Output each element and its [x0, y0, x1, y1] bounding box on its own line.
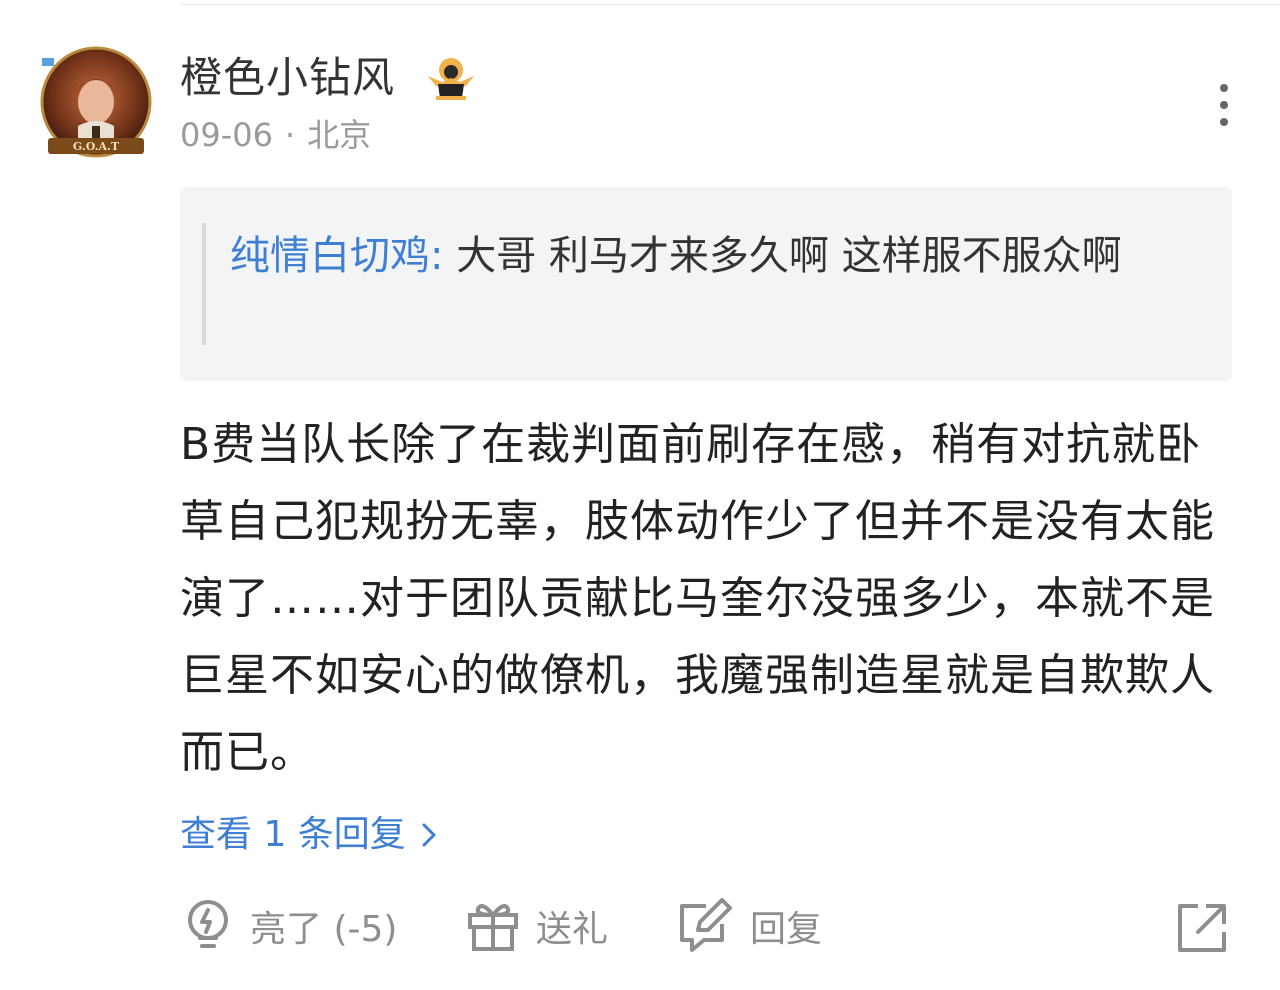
gift-icon — [468, 904, 518, 951]
comment-body: B费当队长除了在裁判面前刷存在感，稍有对抗就卧草自己犯规扮无辜，肢体动作少了但并… — [180, 419, 1215, 778]
quote-bar — [202, 223, 206, 345]
light-button[interactable]: 亮了 (-5) — [182, 895, 397, 957]
quote-author[interactable]: 纯情白切鸡: — [230, 233, 443, 279]
reply-label: 回复 — [750, 909, 823, 950]
quote-text: 纯情白切鸡: 大哥 利马才来多久啊 这样服不服众啊 — [230, 221, 1210, 291]
more-icon[interactable] — [1204, 80, 1244, 130]
view-replies-label: 查看 1 条回复 — [180, 814, 406, 855]
username[interactable]: 橙色小钻风 — [180, 48, 395, 108]
lightbulb-icon — [188, 900, 228, 948]
avatar[interactable]: G.O.A.T — [40, 46, 152, 158]
comment-date: 09-06 — [180, 116, 273, 154]
comment-location: 北京 — [307, 116, 372, 154]
quoted-comment[interactable]: 纯情白切鸡: 大哥 利马才来多久啊 这样服不服众啊 — [180, 187, 1232, 381]
meta-separator: · — [284, 116, 296, 154]
quote-content: 大哥 利马才来多久啊 这样服不服众啊 — [443, 233, 1122, 279]
reply-button[interactable]: 回复 — [676, 895, 822, 957]
view-replies-link[interactable]: 查看 1 条回复 — [180, 810, 436, 860]
reply-icon — [680, 898, 732, 952]
share-icon[interactable] — [1176, 902, 1228, 954]
gift-label: 送礼 — [536, 909, 609, 950]
chevron-right-icon — [422, 823, 436, 847]
comment-meta: 09-06 · 北京 — [180, 112, 371, 158]
top-divider — [180, 4, 1280, 5]
avatar-text: G.O.A.T — [73, 140, 120, 153]
gift-button[interactable]: 送礼 — [466, 895, 608, 957]
light-label: 亮了 (-5) — [250, 909, 398, 950]
badge-icon — [428, 58, 474, 100]
